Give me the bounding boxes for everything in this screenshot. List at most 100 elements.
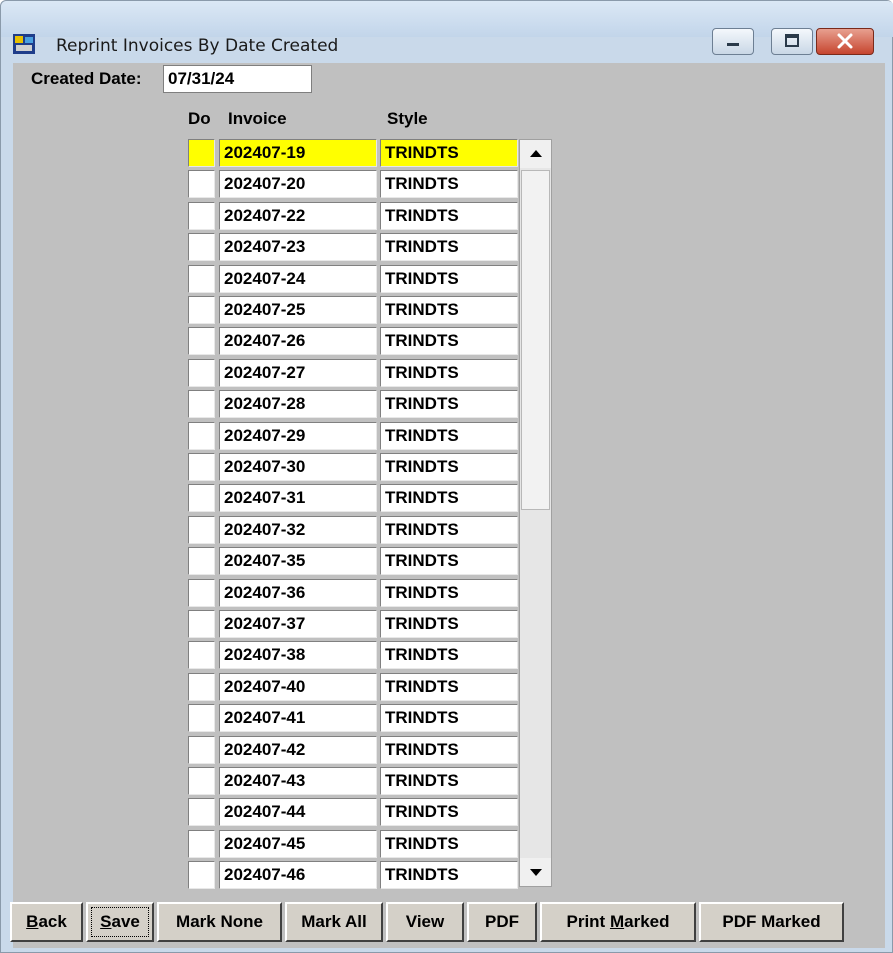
title-bar[interactable] [1, 1, 893, 37]
style-cell[interactable]: TRINDTS [380, 390, 518, 418]
mark-none-button[interactable]: Mark None [157, 902, 282, 942]
style-cell[interactable]: TRINDTS [380, 265, 518, 293]
maximize-button[interactable] [771, 28, 813, 55]
app-icon [13, 34, 35, 54]
invoice-cell[interactable]: 202407-26 [219, 327, 377, 355]
style-cell[interactable]: TRINDTS [380, 484, 518, 512]
style-cell[interactable]: TRINDTS [380, 798, 518, 826]
style-cell[interactable]: TRINDTS [380, 233, 518, 261]
style-cell[interactable]: TRINDTS [380, 202, 518, 230]
invoice-cell[interactable]: 202407-37 [219, 610, 377, 638]
view-button[interactable]: View [386, 902, 464, 942]
invoice-cell[interactable]: 202407-36 [219, 579, 377, 607]
style-cell[interactable]: TRINDTS [380, 170, 518, 198]
invoice-cell[interactable]: 202407-31 [219, 484, 377, 512]
created-date-label: Created Date: [31, 69, 142, 88]
do-checkbox-cell[interactable] [188, 547, 215, 575]
invoice-cell[interactable]: 202407-42 [219, 736, 377, 764]
scroll-down-button[interactable] [520, 858, 551, 886]
do-checkbox-cell[interactable] [188, 641, 215, 669]
style-cell[interactable]: TRINDTS [380, 139, 518, 167]
do-checkbox-cell[interactable] [188, 767, 215, 795]
style-cell[interactable]: TRINDTS [380, 673, 518, 701]
do-checkbox-cell[interactable] [188, 265, 215, 293]
scroll-up-arrow-icon [530, 150, 542, 157]
invoice-cell[interactable]: 202407-45 [219, 830, 377, 858]
do-checkbox-cell[interactable] [188, 704, 215, 732]
invoice-cell[interactable]: 202407-27 [219, 359, 377, 387]
close-icon [837, 33, 853, 49]
invoice-cell[interactable]: 202407-44 [219, 798, 377, 826]
scroll-up-button[interactable] [520, 140, 551, 168]
invoice-cell[interactable]: 202407-35 [219, 547, 377, 575]
style-cell[interactable]: TRINDTS [380, 359, 518, 387]
close-button[interactable] [816, 28, 874, 55]
do-checkbox-cell[interactable] [188, 202, 215, 230]
do-checkbox-cell[interactable] [188, 139, 215, 167]
pdf-button[interactable]: PDF [467, 902, 537, 942]
invoice-cell[interactable]: 202407-38 [219, 641, 377, 669]
invoice-cell[interactable]: 202407-23 [219, 233, 377, 261]
header-do: Do [188, 109, 211, 128]
invoice-cell[interactable]: 202407-30 [219, 453, 377, 481]
style-cell[interactable]: TRINDTS [380, 296, 518, 324]
style-cell[interactable]: TRINDTS [380, 704, 518, 732]
style-cell[interactable]: TRINDTS [380, 641, 518, 669]
style-cell[interactable]: TRINDTS [380, 610, 518, 638]
maximize-icon [785, 34, 799, 47]
minimize-button[interactable] [712, 28, 754, 55]
style-cell[interactable]: TRINDTS [380, 327, 518, 355]
header-invoice: Invoice [228, 109, 287, 128]
header-style: Style [387, 109, 428, 128]
minimize-icon [727, 43, 739, 46]
do-checkbox-cell[interactable] [188, 579, 215, 607]
do-checkbox-cell[interactable] [188, 736, 215, 764]
save-button[interactable]: Save [86, 902, 154, 942]
do-checkbox-cell[interactable] [188, 610, 215, 638]
print-marked-button[interactable]: Print Marked [540, 902, 696, 942]
style-cell[interactable]: TRINDTS [380, 767, 518, 795]
style-cell[interactable]: TRINDTS [380, 422, 518, 450]
do-checkbox-cell[interactable] [188, 484, 215, 512]
invoice-cell[interactable]: 202407-32 [219, 516, 377, 544]
do-checkbox-cell[interactable] [188, 359, 215, 387]
do-checkbox-cell[interactable] [188, 861, 215, 889]
style-cell[interactable]: TRINDTS [380, 830, 518, 858]
invoice-cell[interactable]: 202407-41 [219, 704, 377, 732]
invoice-cell[interactable]: 202407-20 [219, 170, 377, 198]
style-cell[interactable]: TRINDTS [380, 547, 518, 575]
mark-all-button[interactable]: Mark All [285, 902, 383, 942]
style-cell[interactable]: TRINDTS [380, 861, 518, 889]
back-button[interactable]: Back [10, 902, 83, 942]
do-checkbox-cell[interactable] [188, 233, 215, 261]
do-checkbox-cell[interactable] [188, 830, 215, 858]
do-checkbox-cell[interactable] [188, 170, 215, 198]
do-checkbox-cell[interactable] [188, 422, 215, 450]
grid-scrollbar[interactable] [519, 139, 552, 887]
do-checkbox-cell[interactable] [188, 673, 215, 701]
do-checkbox-cell[interactable] [188, 390, 215, 418]
invoice-cell[interactable]: 202407-28 [219, 390, 377, 418]
style-cell[interactable]: TRINDTS [380, 516, 518, 544]
scroll-down-arrow-icon [530, 869, 542, 876]
invoice-cell[interactable]: 202407-22 [219, 202, 377, 230]
invoice-cell[interactable]: 202407-29 [219, 422, 377, 450]
invoice-cell[interactable]: 202407-19 [219, 139, 377, 167]
invoice-cell[interactable]: 202407-24 [219, 265, 377, 293]
do-checkbox-cell[interactable] [188, 453, 215, 481]
do-checkbox-cell[interactable] [188, 798, 215, 826]
invoice-cell[interactable]: 202407-40 [219, 673, 377, 701]
invoice-cell[interactable]: 202407-43 [219, 767, 377, 795]
style-cell[interactable]: TRINDTS [380, 579, 518, 607]
created-date-field[interactable]: 07/31/24 [163, 65, 312, 93]
window-title: Reprint Invoices By Date Created [56, 36, 339, 56]
invoice-cell[interactable]: 202407-46 [219, 861, 377, 889]
scroll-thumb[interactable] [521, 170, 550, 510]
style-cell[interactable]: TRINDTS [380, 453, 518, 481]
do-checkbox-cell[interactable] [188, 296, 215, 324]
invoice-cell[interactable]: 202407-25 [219, 296, 377, 324]
style-cell[interactable]: TRINDTS [380, 736, 518, 764]
do-checkbox-cell[interactable] [188, 327, 215, 355]
do-checkbox-cell[interactable] [188, 516, 215, 544]
pdf-marked-button[interactable]: PDF Marked [699, 902, 844, 942]
